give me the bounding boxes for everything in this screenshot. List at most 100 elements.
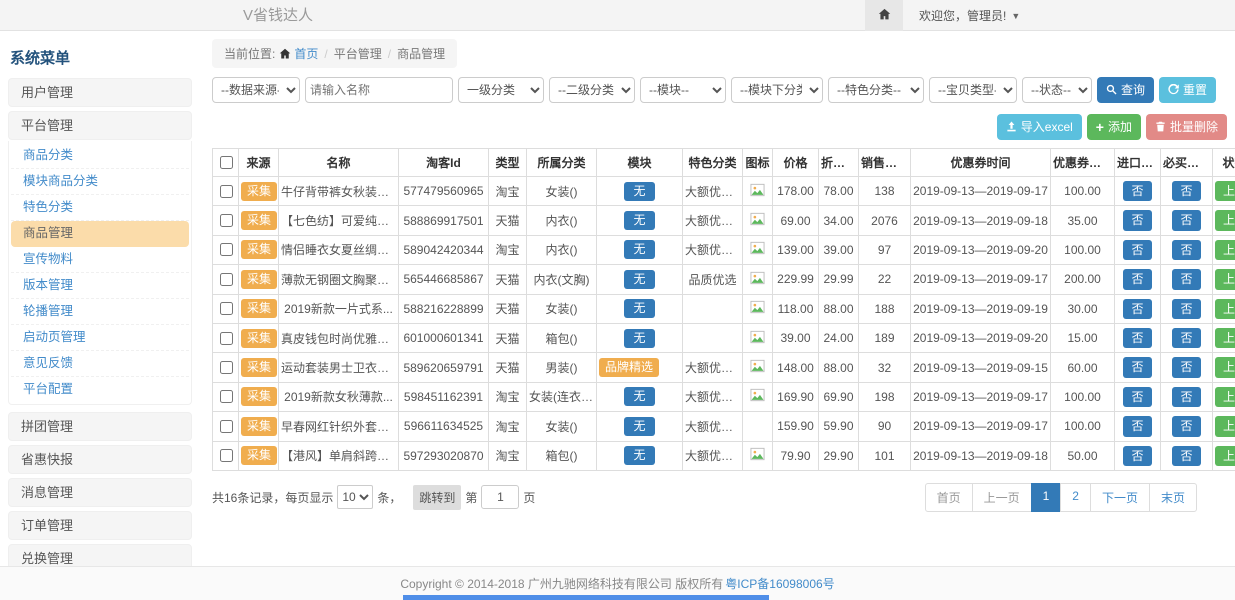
breadcrumb-item: 平台管理 bbox=[334, 45, 382, 62]
sidebar-subitem-启动页管理[interactable]: 启动页管理 bbox=[11, 325, 189, 351]
pager-1[interactable]: 1 bbox=[1031, 483, 1062, 512]
row-checkbox[interactable] bbox=[220, 243, 233, 256]
pager-末页[interactable]: 末页 bbox=[1149, 483, 1197, 512]
must-buy-toggle-button[interactable]: 否 bbox=[1172, 387, 1200, 407]
page-size-select[interactable]: 10 bbox=[337, 485, 373, 509]
sidebar-subitem-轮播管理[interactable]: 轮播管理 bbox=[11, 299, 189, 325]
user-menu[interactable]: 欢迎您，管理员! ▼ bbox=[919, 7, 1020, 24]
status-filter[interactable]: --状态-- bbox=[1022, 77, 1092, 103]
level2-category-filter[interactable]: --二级分类-- bbox=[549, 77, 635, 103]
must-buy-toggle-button[interactable]: 否 bbox=[1172, 416, 1200, 436]
status-button[interactable]: 上架 bbox=[1215, 269, 1235, 289]
must-buy-toggle-button[interactable]: 否 bbox=[1172, 299, 1200, 319]
status-button[interactable]: 上架 bbox=[1215, 240, 1235, 260]
import-toggle-button[interactable]: 否 bbox=[1123, 328, 1151, 348]
import-toggle-button[interactable]: 否 bbox=[1123, 299, 1151, 319]
row-checkbox[interactable] bbox=[220, 302, 233, 315]
status-button[interactable]: 上架 bbox=[1215, 299, 1235, 319]
row-checkbox[interactable] bbox=[220, 361, 233, 374]
row-checkbox[interactable] bbox=[220, 273, 233, 286]
import-toggle-button[interactable]: 否 bbox=[1123, 357, 1151, 377]
add-button[interactable]: + 添加 bbox=[1087, 114, 1141, 140]
status-button[interactable]: 上架 bbox=[1215, 416, 1235, 436]
cell-select bbox=[213, 206, 239, 235]
sidebar-subitem-特色分类[interactable]: 特色分类 bbox=[11, 195, 189, 221]
must-buy-toggle-button[interactable]: 否 bbox=[1172, 357, 1200, 377]
import-toggle-button[interactable]: 否 bbox=[1123, 240, 1151, 260]
pager-下一页[interactable]: 下一页 bbox=[1090, 483, 1150, 512]
import-toggle-button[interactable]: 否 bbox=[1123, 387, 1151, 407]
import-toggle-button[interactable]: 否 bbox=[1123, 269, 1151, 289]
sidebar-subitem-商品分类[interactable]: 商品分类 bbox=[11, 143, 189, 169]
home-icon bbox=[279, 48, 291, 60]
sidebar-subitem-版本管理[interactable]: 版本管理 bbox=[11, 273, 189, 299]
import-excel-button[interactable]: 导入excel bbox=[997, 114, 1082, 140]
cell-type: 天猫 bbox=[489, 206, 527, 235]
row-checkbox[interactable] bbox=[220, 185, 233, 198]
row-checkbox[interactable] bbox=[220, 420, 233, 433]
import-toggle-button[interactable]: 否 bbox=[1123, 446, 1151, 466]
cell-coupon-time: 2019-09-13—2019-09-18 bbox=[911, 206, 1051, 235]
must-buy-toggle-button[interactable]: 否 bbox=[1172, 328, 1200, 348]
import-toggle-button[interactable]: 否 bbox=[1123, 181, 1151, 201]
column-header-销售数量: 销售数量 bbox=[859, 149, 911, 177]
bottom-scrollbar[interactable] bbox=[403, 595, 769, 600]
import-toggle-button[interactable]: 否 bbox=[1123, 210, 1151, 230]
sidebar-subitem-商品管理[interactable]: 商品管理 bbox=[11, 221, 189, 247]
sidebar-subitem-宣传物料[interactable]: 宣传物料 bbox=[11, 247, 189, 273]
page-suffix: 页 bbox=[523, 489, 535, 506]
pager-上一页[interactable]: 上一页 bbox=[972, 483, 1032, 512]
table-row: 采集【港风】单肩斜跨链条...597293020870淘宝箱包()无大额优惠券7… bbox=[213, 441, 1235, 470]
cell-module: 品牌精选爱上运动 bbox=[597, 353, 683, 382]
must-buy-toggle-button[interactable]: 否 bbox=[1172, 181, 1200, 201]
pager-首页[interactable]: 首页 bbox=[925, 483, 973, 512]
sidebar-item-订单管理[interactable]: 订单管理 bbox=[8, 511, 192, 540]
home-button[interactable] bbox=[865, 0, 903, 31]
sidebar-subitem-平台配置[interactable]: 平台配置 bbox=[11, 377, 189, 402]
batch-delete-button[interactable]: 批量删除 bbox=[1146, 114, 1227, 140]
feature-filter[interactable]: --特色分类-- bbox=[828, 77, 924, 103]
import-toggle-button[interactable]: 否 bbox=[1123, 416, 1151, 436]
image-icon bbox=[750, 359, 765, 373]
cell-name: 早春网红针织外套女春... bbox=[279, 412, 399, 441]
row-checkbox[interactable] bbox=[220, 449, 233, 462]
row-checkbox[interactable] bbox=[220, 390, 233, 403]
status-button[interactable]: 上架 bbox=[1215, 328, 1235, 348]
must-buy-toggle-button[interactable]: 否 bbox=[1172, 210, 1200, 230]
must-buy-toggle-button[interactable]: 否 bbox=[1172, 269, 1200, 289]
sidebar-item-省惠快报[interactable]: 省惠快报 bbox=[8, 445, 192, 474]
status-button[interactable]: 上架 bbox=[1215, 181, 1235, 201]
jump-button[interactable]: 跳转到 bbox=[413, 485, 461, 510]
module-sub-filter[interactable]: --模块下分类-- bbox=[731, 77, 823, 103]
row-checkbox[interactable] bbox=[220, 332, 233, 345]
sidebar-subitem-意见反馈[interactable]: 意见反馈 bbox=[11, 351, 189, 377]
sidebar-item-平台管理[interactable]: 平台管理 bbox=[8, 111, 192, 140]
status-button[interactable]: 上架 bbox=[1215, 387, 1235, 407]
breadcrumb-home-link[interactable]: 首页 bbox=[279, 45, 318, 62]
status-button[interactable]: 上架 bbox=[1215, 446, 1235, 466]
sidebar-item-拼团管理[interactable]: 拼团管理 bbox=[8, 412, 192, 441]
item-type-filter[interactable]: --宝贝类型-- bbox=[929, 77, 1017, 103]
must-buy-toggle-button[interactable]: 否 bbox=[1172, 446, 1200, 466]
level1-category-filter[interactable]: 一级分类 bbox=[458, 77, 544, 103]
sidebar-item-消息管理[interactable]: 消息管理 bbox=[8, 478, 192, 507]
cell-sales: 101 bbox=[859, 441, 911, 470]
page-number-input[interactable] bbox=[481, 485, 519, 509]
cell-type: 淘宝 bbox=[489, 412, 527, 441]
sidebar-subitem-模块商品分类[interactable]: 模块商品分类 bbox=[11, 169, 189, 195]
cell-type: 天猫 bbox=[489, 353, 527, 382]
pager-2[interactable]: 2 bbox=[1060, 483, 1091, 512]
search-button[interactable]: 查询 bbox=[1097, 77, 1154, 103]
row-checkbox[interactable] bbox=[220, 214, 233, 227]
must-buy-toggle-button[interactable]: 否 bbox=[1172, 240, 1200, 260]
source-filter[interactable]: --数据来源-- bbox=[212, 77, 300, 103]
name-input[interactable] bbox=[305, 77, 453, 103]
module-none-badge: 无 bbox=[624, 417, 654, 436]
select-all-checkbox[interactable] bbox=[220, 156, 233, 169]
sidebar-item-用户管理[interactable]: 用户管理 bbox=[8, 78, 192, 107]
module-filter[interactable]: --模块-- bbox=[640, 77, 726, 103]
status-button[interactable]: 上架 bbox=[1215, 357, 1235, 377]
status-button[interactable]: 上架 bbox=[1215, 210, 1235, 230]
reset-button[interactable]: 重置 bbox=[1159, 77, 1216, 103]
icp-link[interactable]: 粤ICP备16098006号 bbox=[725, 575, 834, 592]
